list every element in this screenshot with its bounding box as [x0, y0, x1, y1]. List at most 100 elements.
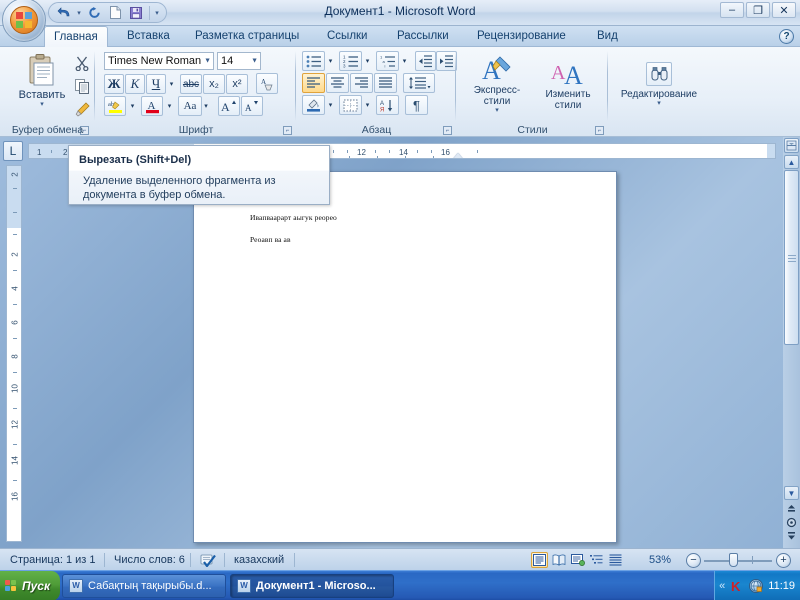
shading-button[interactable] [302, 95, 325, 115]
taskbar-item-0[interactable]: Сабақтың тақырыбы.d... [62, 574, 226, 598]
select-browse-object-button[interactable] [785, 516, 798, 529]
shrink-font-button[interactable]: A [241, 96, 263, 116]
grow-font-button[interactable]: A [218, 96, 240, 116]
undo-dropdown-caret[interactable]: ▾ [75, 9, 83, 17]
zoom-in-button[interactable]: + [776, 553, 791, 568]
bold-button[interactable]: Ж [104, 74, 124, 94]
italic-button[interactable]: К [125, 74, 145, 94]
tab-page-layout[interactable]: Разметка страницы [186, 26, 308, 47]
numbering-button[interactable]: 123 [339, 51, 362, 71]
highlight-dropdown-caret[interactable]: ▾ [127, 96, 138, 116]
vertical-ruler[interactable]: 2 2 4 6 8 10 12 14 16 [6, 165, 22, 542]
right-indent-marker[interactable] [453, 153, 463, 158]
tab-references[interactable]: Ссылки [318, 26, 377, 47]
bullets-button[interactable] [302, 51, 325, 71]
change-case-button[interactable]: Aa [178, 96, 202, 116]
office-button[interactable] [2, 0, 46, 42]
help-icon[interactable]: ? [779, 29, 794, 44]
view-draft-button[interactable] [607, 552, 624, 568]
close-button[interactable]: ✕ [772, 2, 796, 18]
minimize-button[interactable]: – [720, 2, 744, 18]
underline-dropdown-caret[interactable]: ▾ [166, 74, 177, 94]
editing-button[interactable]: Редактирование ▾ [613, 51, 705, 117]
font-name-combobox[interactable]: Times New Roman ▼ [104, 52, 214, 70]
change-case-dropdown-caret[interactable]: ▾ [201, 96, 211, 116]
view-web-layout-button[interactable] [569, 552, 586, 568]
change-styles-button[interactable]: A A Изменить стили [534, 51, 602, 117]
underline-button[interactable]: Ч [146, 74, 166, 94]
proofing-status-button[interactable] [198, 551, 218, 569]
clear-formatting-button[interactable]: A [256, 73, 278, 94]
bullets-dropdown-caret[interactable]: ▾ [325, 51, 336, 71]
sort-button[interactable]: A Я [376, 95, 399, 115]
clock[interactable]: 11:19 [768, 580, 795, 592]
maximize-button[interactable]: ❐ [746, 2, 770, 18]
zoom-slider-track[interactable] [704, 560, 772, 562]
view-outline-button[interactable] [588, 552, 605, 568]
previous-page-button[interactable] [785, 503, 798, 516]
tab-selector-button[interactable]: L [3, 141, 23, 161]
align-center-button[interactable] [326, 73, 349, 93]
multilevel-dropdown-caret[interactable]: ▾ [399, 51, 410, 71]
strikethrough-button[interactable]: abc [180, 74, 202, 94]
save-button[interactable] [126, 4, 146, 22]
word-count[interactable]: Число слов: 6 [114, 549, 185, 571]
zoom-slider-thumb[interactable] [729, 553, 738, 567]
decrease-indent-button[interactable] [415, 51, 436, 71]
editing-caret[interactable]: ▾ [657, 99, 661, 107]
borders-button[interactable] [339, 95, 362, 115]
scroll-down-button[interactable]: ▼ [784, 486, 799, 500]
highlight-color-button[interactable]: ab [104, 96, 126, 116]
zoom-out-button[interactable]: − [686, 553, 701, 568]
vertical-scrollbar[interactable]: ▲ ▼ [783, 137, 800, 548]
justify-button[interactable] [374, 73, 397, 93]
paste-button[interactable]: Вставить ▾ [14, 52, 70, 120]
font-size-combobox[interactable]: 14 ▼ [217, 52, 261, 70]
superscript-button[interactable]: x² [226, 74, 248, 94]
show-formatting-marks-button[interactable]: ¶ [405, 95, 428, 115]
tab-home[interactable]: Главная [44, 26, 108, 48]
chevron-down-icon[interactable]: ▼ [251, 58, 258, 65]
format-painter-button[interactable] [72, 99, 92, 119]
quick-styles-caret[interactable]: ▾ [495, 106, 499, 114]
cut-button[interactable] [72, 53, 92, 73]
tab-mailings[interactable]: Рассылки [388, 26, 458, 47]
split-window-button[interactable] [784, 138, 799, 153]
network-icon[interactable] [749, 579, 764, 593]
view-print-layout-button[interactable] [531, 552, 548, 568]
increase-indent-button[interactable] [436, 51, 457, 71]
quick-styles-button[interactable]: A Экспресс-стили ▾ [461, 51, 533, 117]
tray-expand-chevron-icon[interactable]: « [719, 580, 725, 592]
undo-button[interactable] [54, 4, 74, 22]
tab-insert[interactable]: Вставка [118, 26, 179, 47]
subscript-button[interactable]: x₂ [203, 74, 225, 94]
kaspersky-icon[interactable]: K [730, 579, 744, 593]
language-indicator[interactable]: казахский [234, 549, 284, 571]
taskbar-item-1[interactable]: Документ1 - Microso... [230, 574, 394, 598]
copy-button[interactable] [72, 76, 92, 96]
align-left-button[interactable] [302, 73, 325, 93]
view-full-screen-reading-button[interactable] [550, 552, 567, 568]
chevron-down-icon[interactable]: ▼ [204, 58, 211, 65]
redo-button[interactable] [84, 4, 104, 22]
scroll-thumb[interactable] [784, 170, 799, 345]
new-document-button[interactable] [105, 4, 125, 22]
paste-dropdown-caret[interactable]: ▾ [40, 100, 44, 108]
numbering-dropdown-caret[interactable]: ▾ [362, 51, 373, 71]
zoom-level[interactable]: 53% [649, 549, 671, 571]
font-color-button[interactable]: A [141, 96, 163, 116]
start-button[interactable]: Пуск [0, 571, 60, 600]
next-page-button[interactable] [785, 529, 798, 542]
scroll-up-button[interactable]: ▲ [784, 155, 799, 169]
customize-qat-button[interactable]: ▾ [153, 9, 161, 17]
shading-dropdown-caret[interactable]: ▾ [325, 95, 336, 115]
tab-view[interactable]: Вид [588, 26, 627, 47]
tab-review[interactable]: Рецензирование [468, 26, 575, 47]
align-right-button[interactable] [350, 73, 373, 93]
line-spacing-button[interactable] [403, 73, 435, 93]
font-color-dropdown-caret[interactable]: ▾ [164, 96, 175, 116]
multilevel-list-button[interactable]: 1ai [376, 51, 399, 71]
page-indicator[interactable]: Страница: 1 из 1 [10, 549, 96, 571]
borders-dropdown-caret[interactable]: ▾ [362, 95, 373, 115]
document-page[interactable]: Ивапваарарт аыгук реореo Реоавп ва ав [193, 171, 617, 543]
